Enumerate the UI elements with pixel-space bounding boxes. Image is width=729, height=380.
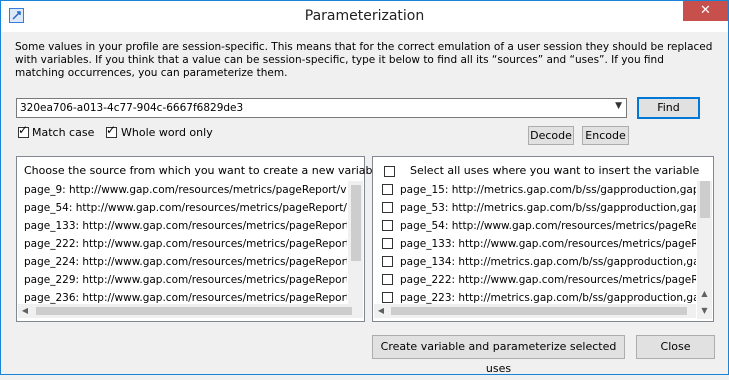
window-title: Parameterization [304,8,425,24]
uses-vertical-scrollbar[interactable]: ▲ ▼ [697,181,712,319]
title-bar: Parameterization ✕ [1,1,728,32]
list-item[interactable]: page_53: http://metrics.gap.com/b/ss/gap… [400,199,696,217]
use-checkbox[interactable] [382,292,393,303]
list-item[interactable]: page_222: http://www.gap.com/resources/m… [400,271,696,289]
list-item[interactable]: page_229: http://www.gap.com/resources/m… [24,271,347,289]
uses-header: Select all uses where you want to insert… [410,164,700,177]
use-checkbox[interactable] [382,202,393,213]
uses-vertical-scroll-thumb[interactable] [700,181,710,218]
match-case-label: Match case [32,126,95,139]
find-button[interactable]: Find [637,97,700,119]
list-item[interactable]: page_9: http://www.gap.com/resources/met… [24,181,347,199]
list-item[interactable]: page_224: http://www.gap.com/resources/m… [24,253,347,271]
parameterization-dialog: Parameterization ✕ Some values in your p… [0,0,729,375]
list-item[interactable]: page_15: http://metrics.gap.com/b/ss/gap… [400,181,696,199]
description-text: Some values in your profile are session-… [15,41,713,79]
sources-panel: Choose the source from which you want to… [16,156,382,322]
chevron-down-icon[interactable]: ▼ [615,101,622,111]
select-all-uses-checkbox[interactable] [384,166,395,177]
scroll-up-icon[interactable]: ▲ [697,288,712,300]
sources-vertical-scroll-thumb[interactable] [351,185,361,261]
use-checkbox[interactable] [382,220,393,231]
sources-header: Choose the source from which you want to… [24,164,383,177]
list-item[interactable]: page_54: http://www.gap.com/resources/me… [24,199,347,217]
uses-panel: Select all uses where you want to insert… [372,156,714,322]
use-checkbox[interactable] [382,184,393,195]
scroll-left-icon[interactable]: ◀ [18,304,32,318]
match-case-checkbox[interactable] [18,123,29,138]
decode-button[interactable]: Decode [528,126,574,145]
close-button[interactable]: Close [636,335,715,359]
scroll-left-icon[interactable]: ◀ [374,304,388,318]
list-item[interactable]: page_133: http://www.gap.com/resources/m… [24,217,347,235]
scroll-down-icon[interactable]: ▼ [697,305,712,317]
use-checkbox[interactable] [382,274,393,285]
whole-word-checkbox[interactable] [106,123,117,138]
uses-horizontal-scroll-thumb[interactable] [391,307,687,315]
create-variable-button[interactable]: Create variable and parameterize selecte… [372,335,625,375]
whole-word-label: Whole word only [121,126,213,139]
list-item[interactable]: page_133: http://www.gap.com/resources/m… [400,235,696,253]
encode-button[interactable]: Encode [582,126,629,145]
use-checkbox[interactable] [382,238,393,249]
search-input[interactable] [20,100,605,116]
list-item[interactable]: page_54: http://www.gap.com/resources/me… [400,217,696,235]
search-combobox[interactable]: ▼ [16,98,627,118]
uses-horizontal-scrollbar[interactable]: ◀ [374,304,696,318]
sources-horizontal-scroll-thumb[interactable] [36,307,352,315]
list-item[interactable]: page_134: http://metrics.gap.com/b/ss/ga… [400,253,696,271]
sources-horizontal-scrollbar[interactable]: ◀ [18,304,363,318]
sources-vertical-scrollbar[interactable] [348,181,363,305]
close-window-icon[interactable]: ✕ [683,1,728,21]
use-checkbox[interactable] [382,256,393,267]
list-item[interactable]: page_222: http://www.gap.com/resources/m… [24,235,347,253]
